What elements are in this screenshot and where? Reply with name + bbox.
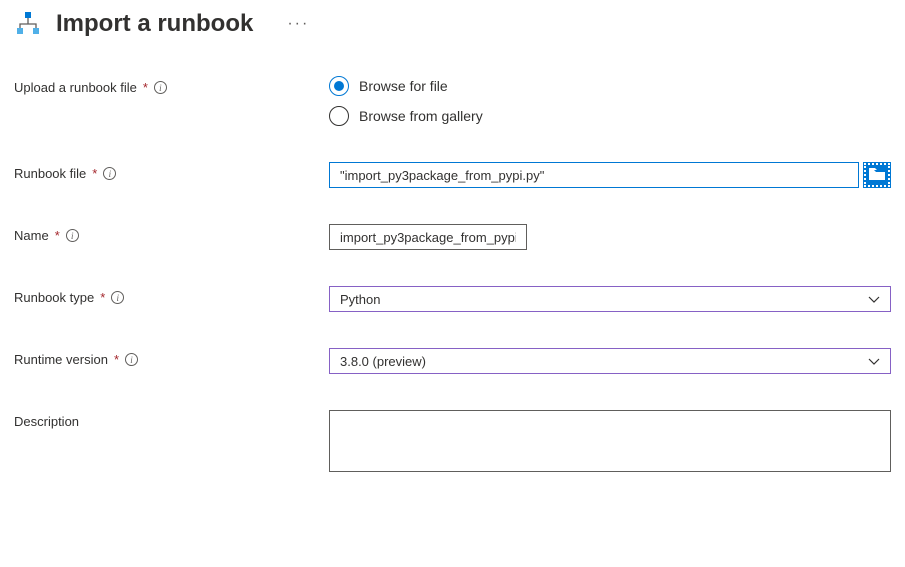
required-indicator: * (55, 228, 60, 243)
info-icon[interactable]: i (125, 353, 138, 366)
runbook-file-field (329, 162, 891, 188)
name-input[interactable] (329, 224, 527, 250)
upload-radio-group: Browse for file Browse from gallery (329, 76, 891, 126)
description-field (329, 410, 891, 475)
radio-browse-file-label: Browse for file (359, 78, 448, 94)
page-title: Import a runbook (56, 10, 253, 38)
name-label: Name (14, 228, 49, 243)
browse-file-button[interactable] (863, 162, 891, 188)
upload-label: Upload a runbook file (14, 80, 137, 95)
runbook-type-value: Python (340, 292, 380, 307)
required-indicator: * (100, 290, 105, 305)
runbook-type-label: Runbook type (14, 290, 94, 305)
page-header: Import a runbook ··· (14, 10, 891, 38)
runtime-version-label-col: Runtime version * i (14, 348, 329, 367)
radio-circle-icon (329, 106, 349, 126)
runtime-version-row: Runtime version * i 3.8.0 (preview) (14, 348, 891, 374)
folder-icon (869, 168, 885, 183)
upload-field: Browse for file Browse from gallery (329, 76, 891, 126)
upload-row: Upload a runbook file * i Browse for fil… (14, 76, 891, 126)
runtime-version-value: 3.8.0 (preview) (340, 354, 426, 369)
runbook-type-select[interactable]: Python (329, 286, 891, 312)
name-label-col: Name * i (14, 224, 329, 243)
runtime-version-field: 3.8.0 (preview) (329, 348, 891, 374)
runbook-file-row: Runbook file * i (14, 162, 891, 188)
radio-browse-gallery[interactable]: Browse from gallery (329, 106, 891, 126)
info-icon[interactable]: i (66, 229, 79, 242)
description-input[interactable] (329, 410, 891, 472)
description-label-col: Description (14, 410, 329, 429)
info-icon[interactable]: i (154, 81, 167, 94)
runtime-version-select[interactable]: 3.8.0 (preview) (329, 348, 891, 374)
runbook-file-label: Runbook file (14, 166, 86, 181)
description-label: Description (14, 414, 79, 429)
name-row: Name * i (14, 224, 891, 250)
runbook-file-input[interactable] (329, 162, 859, 188)
radio-browse-gallery-label: Browse from gallery (359, 108, 483, 124)
upload-label-col: Upload a runbook file * i (14, 76, 329, 95)
runbook-hierarchy-icon (14, 10, 42, 38)
radio-browse-file[interactable]: Browse for file (329, 76, 891, 96)
name-field (329, 224, 891, 250)
required-indicator: * (114, 352, 119, 367)
runbook-type-row: Runbook type * i Python (14, 286, 891, 312)
runbook-file-label-col: Runbook file * i (14, 162, 329, 181)
chevron-down-icon (868, 292, 880, 307)
runtime-version-label: Runtime version (14, 352, 108, 367)
description-row: Description (14, 410, 891, 475)
runbook-type-label-col: Runbook type * i (14, 286, 329, 305)
required-indicator: * (143, 80, 148, 95)
info-icon[interactable]: i (111, 291, 124, 304)
info-icon[interactable]: i (103, 167, 116, 180)
more-actions-button[interactable]: ··· (287, 15, 309, 33)
runbook-type-field: Python (329, 286, 891, 312)
chevron-down-icon (868, 354, 880, 369)
required-indicator: * (92, 166, 97, 181)
radio-circle-icon (329, 76, 349, 96)
